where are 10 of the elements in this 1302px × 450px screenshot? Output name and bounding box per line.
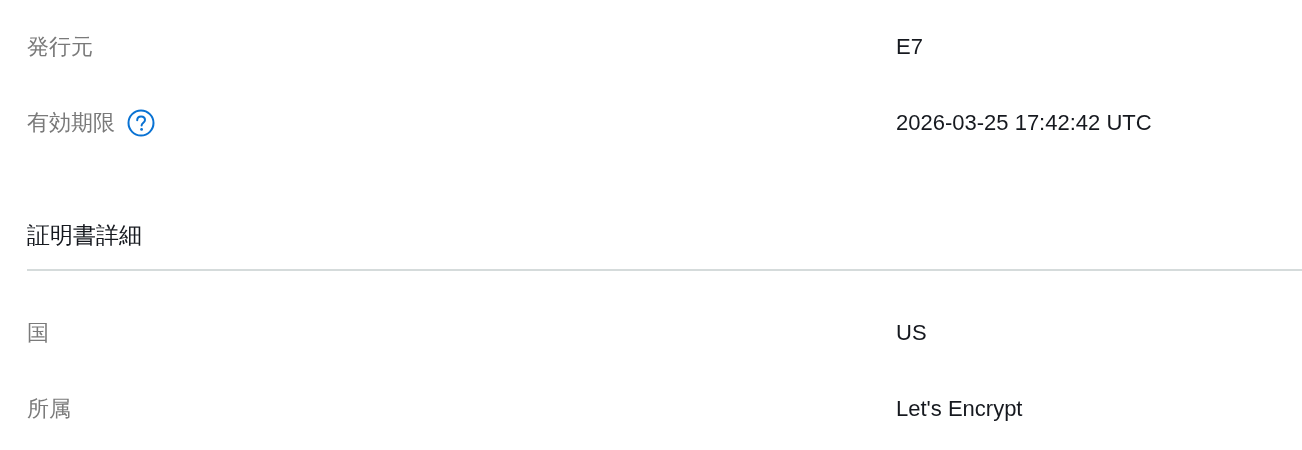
- field-value: 2026-03-25 17:42:42 UTC: [896, 110, 1153, 136]
- field-label: 発行元: [27, 33, 93, 61]
- field-value: E7: [896, 34, 924, 60]
- field-value: US: [896, 320, 928, 346]
- help-icon[interactable]: [127, 109, 155, 137]
- field-value: Let's Encrypt: [896, 396, 1024, 422]
- section-heading: 証明書詳細: [27, 221, 142, 250]
- field-label: 国: [27, 319, 49, 347]
- field-label: 所属: [27, 395, 71, 423]
- field-label: 有効期限: [27, 109, 115, 137]
